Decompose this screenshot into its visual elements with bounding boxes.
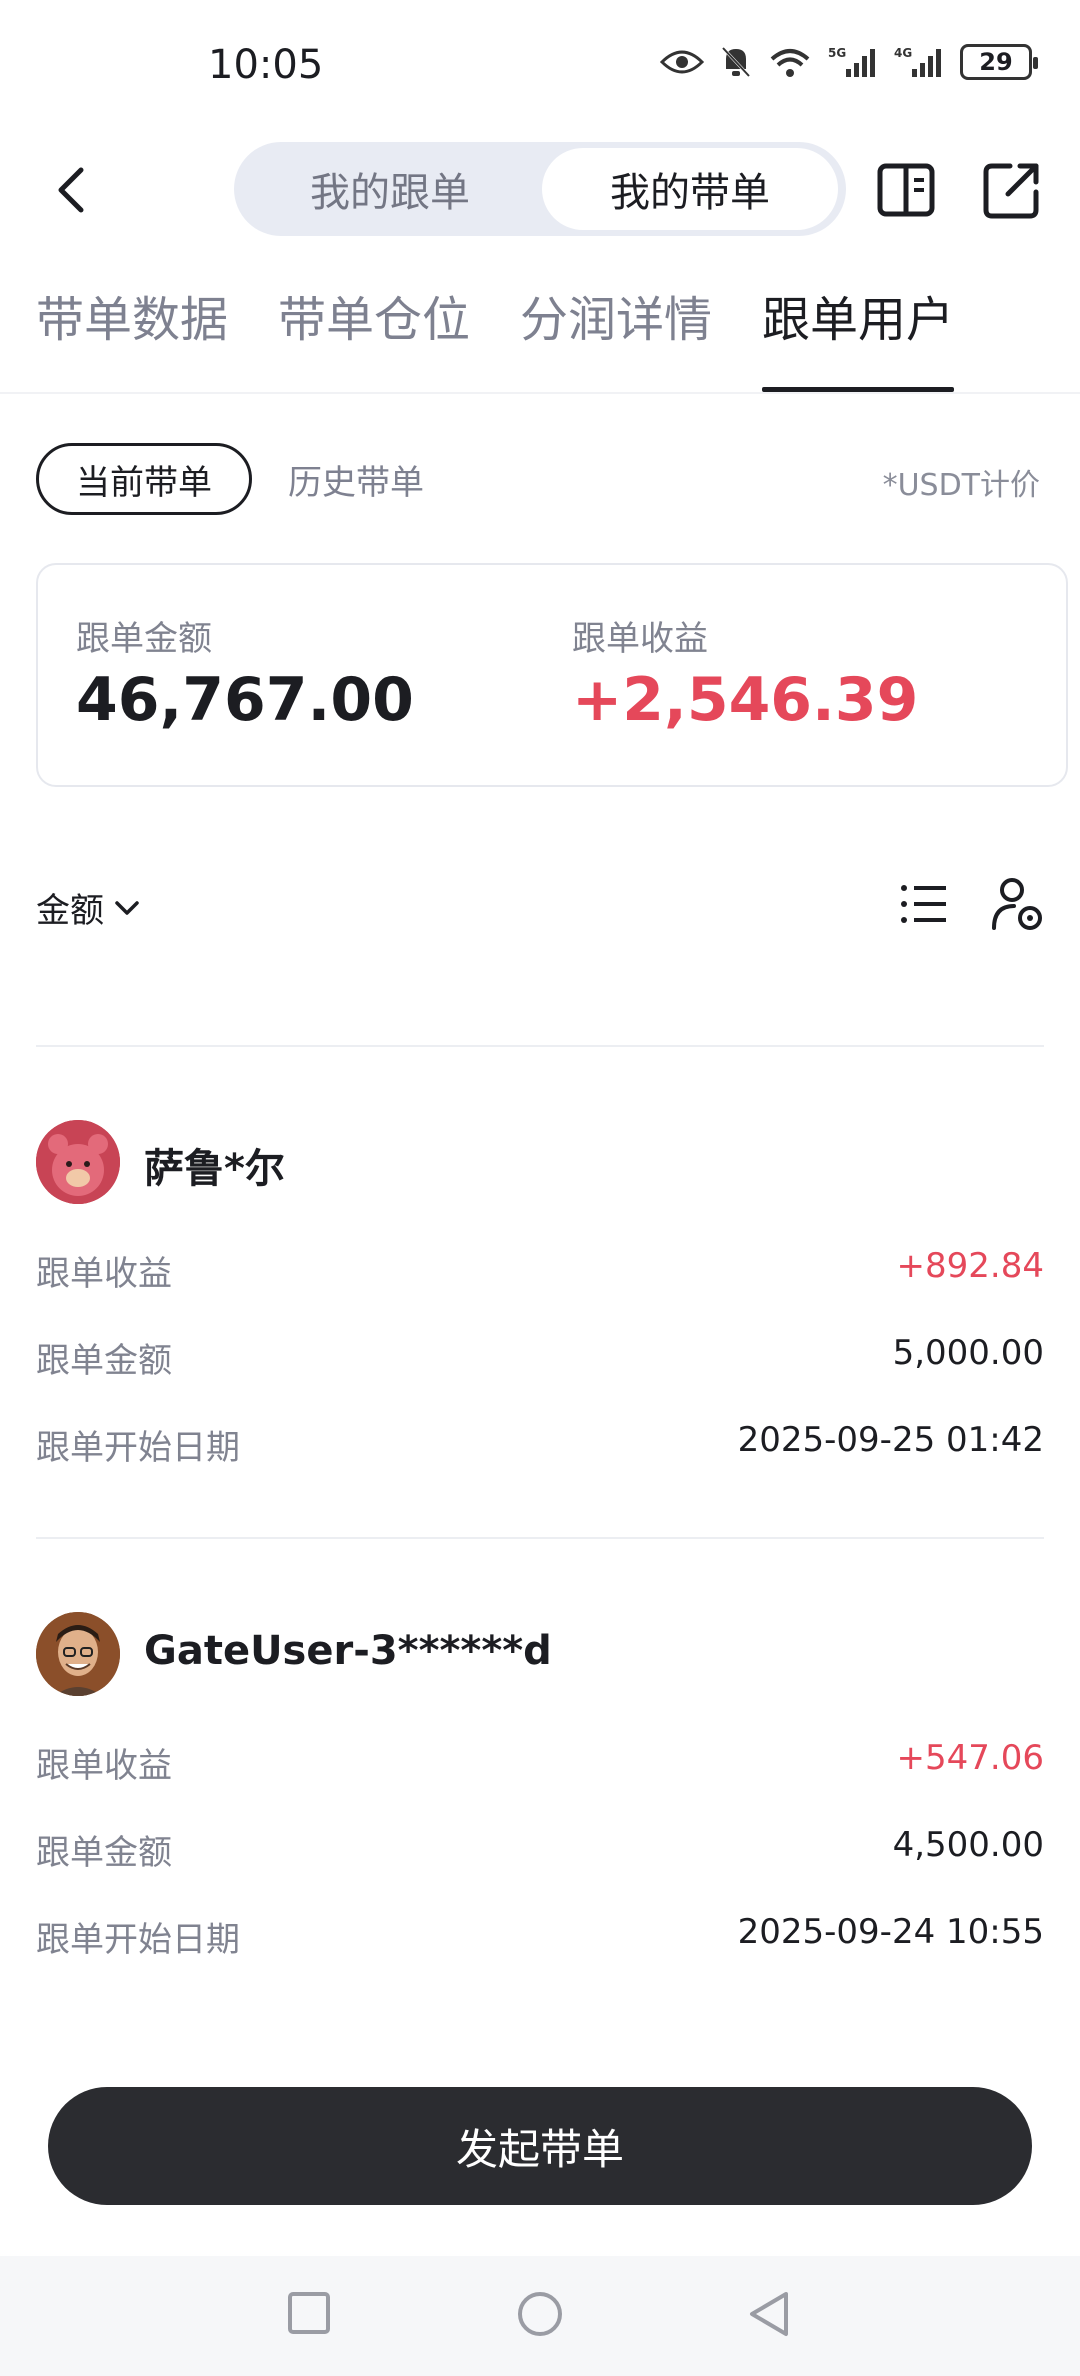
eye-icon — [660, 50, 704, 74]
share-icon — [983, 163, 1039, 219]
list-view-button[interactable] — [896, 876, 952, 932]
wifi-icon — [770, 49, 810, 77]
svg-text:4G: 4G — [894, 46, 912, 60]
amount-value: 5,000.00 — [892, 1333, 1044, 1373]
start-date-value: 2025-09-25 01:42 — [737, 1420, 1044, 1460]
subtab-history[interactable]: 历史带单 — [288, 455, 424, 504]
share-button[interactable] — [980, 158, 1044, 222]
profit-label: 跟单收益 — [36, 1254, 172, 1294]
sort-dropdown[interactable]: 金额 — [36, 883, 140, 932]
back-nav-icon[interactable] — [746, 2290, 790, 2338]
signal-4g-icon: 4G — [894, 46, 941, 77]
pricing-note: *USDT计价 — [882, 468, 1040, 503]
list-icon — [901, 885, 946, 923]
summary-amount-label: 跟单金额 — [76, 619, 212, 659]
tab-lead-positions[interactable]: 带单仓位 — [278, 280, 470, 382]
status-time: 10:05 — [208, 42, 324, 88]
subtab-current[interactable]: 当前带单 — [36, 443, 252, 515]
profit-label: 跟单收益 — [36, 1746, 172, 1786]
back-button[interactable] — [40, 150, 100, 230]
book-icon — [877, 163, 935, 217]
bear-avatar-image — [36, 1120, 120, 1204]
status-icons: 5G 4G 29 — [660, 44, 1038, 80]
guide-book-button[interactable] — [874, 158, 938, 222]
user-settings-icon — [992, 878, 1042, 930]
segment-my-lead[interactable]: 我的带单 — [542, 148, 838, 230]
person-avatar-image — [36, 1612, 120, 1696]
svg-text:5G: 5G — [828, 46, 846, 60]
profit-value: +547.06 — [896, 1738, 1044, 1778]
summary-profit-label: 跟单收益 — [572, 619, 708, 659]
amount-label: 跟单金额 — [36, 1341, 172, 1381]
section-divider — [36, 1537, 1044, 1539]
start-date-label: 跟单开始日期 — [36, 1920, 240, 1960]
start-date-value: 2025-09-24 10:55 — [737, 1912, 1044, 1952]
segment-my-follow[interactable]: 我的跟单 — [242, 148, 538, 230]
recent-apps-icon[interactable] — [286, 2290, 332, 2336]
chevron-left-icon — [58, 167, 84, 213]
user-settings-button[interactable] — [990, 876, 1046, 932]
summary-amount-value: 46,767.00 — [76, 665, 414, 735]
user-name[interactable]: GateUser-3******d — [144, 1628, 552, 1674]
section-divider — [36, 1045, 1044, 1047]
chevron-down-icon — [115, 900, 139, 915]
avatar — [36, 1120, 120, 1204]
start-lead-button[interactable]: 发起带单 — [48, 2087, 1032, 2205]
sort-label: 金额 — [36, 891, 104, 931]
amount-label: 跟单金额 — [36, 1833, 172, 1873]
tab-followers[interactable]: 跟单用户 — [762, 280, 955, 392]
battery-indicator: 29 — [960, 44, 1038, 80]
tab-divider — [0, 392, 1080, 394]
main-tabs: 带单数据 带单仓位 分润详情 跟单用户 — [36, 280, 955, 392]
start-date-label: 跟单开始日期 — [36, 1428, 240, 1468]
home-icon[interactable] — [516, 2290, 564, 2338]
summary-profit-value: +2,546.39 — [572, 665, 919, 735]
avatar — [36, 1612, 120, 1696]
profit-value: +892.84 — [896, 1246, 1044, 1286]
system-nav-bar — [0, 2256, 1080, 2376]
segment-control: 我的跟单 我的带单 — [234, 142, 846, 236]
user-name[interactable]: 萨鲁*尔 — [144, 1136, 285, 1194]
summary-card: 跟单金额 46,767.00 跟单收益 +2,546.39 — [36, 563, 1068, 787]
tab-lead-data[interactable]: 带单数据 — [36, 280, 228, 382]
bell-muted-icon — [721, 46, 751, 78]
amount-value: 4,500.00 — [892, 1825, 1044, 1865]
signal-5g-icon: 5G — [828, 46, 875, 77]
tab-profit-share[interactable]: 分润详情 — [520, 280, 712, 382]
